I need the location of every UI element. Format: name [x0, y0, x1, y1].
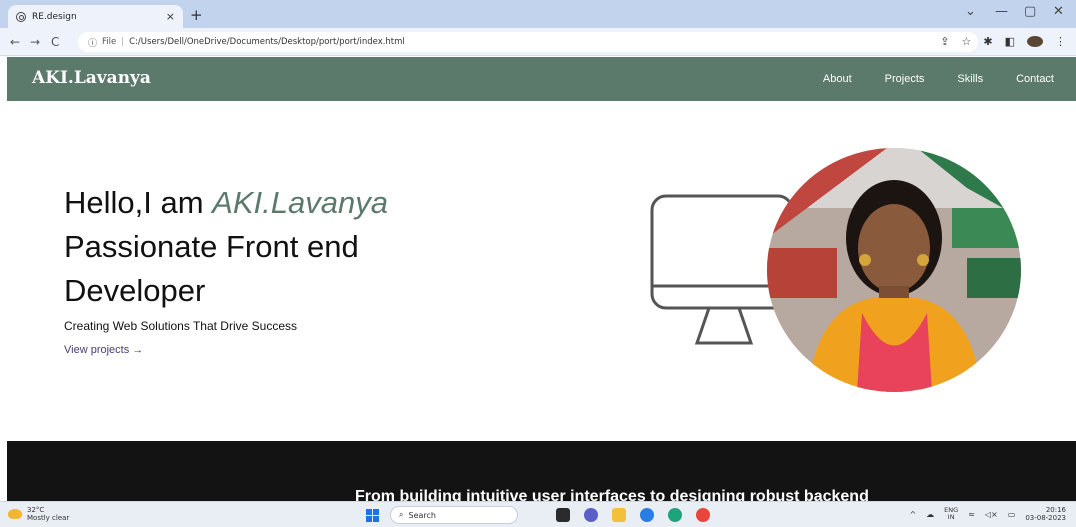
share-icon[interactable]: ⇪: [940, 35, 949, 48]
taskbar-search-input[interactable]: ⌕ Search: [390, 506, 518, 524]
clock-time: 20:16: [1045, 506, 1066, 514]
toolbar-icons: ⇪ ☆ ✱ ◧ ⋮: [940, 35, 1066, 48]
hero-tagline: Creating Web Solutions That Drive Succes…: [64, 319, 297, 333]
clock-date: 03-08-2023: [1025, 514, 1066, 522]
battery-icon[interactable]: ▭: [1008, 510, 1016, 519]
nav-contact[interactable]: Contact: [1016, 73, 1054, 85]
system-tray: ^ ☁ ENG IN ≈ ◁× ▭ 20:16 03-08-2023: [909, 506, 1066, 522]
windows-start-icon[interactable]: [366, 509, 379, 522]
site-nav: About Projects Skills Contact: [823, 73, 1054, 85]
new-tab-button[interactable]: +: [190, 6, 203, 24]
nav-about[interactable]: About: [823, 73, 852, 85]
tab-search-icon[interactable]: ⌄: [965, 4, 976, 19]
restore-button[interactable]: ▢: [1024, 4, 1036, 19]
hero-headline: Passionate Front end Developer: [64, 229, 359, 308]
forward-button[interactable]: →: [30, 35, 40, 49]
weather-desc: Mostly clear: [27, 514, 70, 522]
tab-title: RE.design: [32, 11, 77, 22]
app-icon[interactable]: [668, 508, 682, 522]
search-icon: ⌕: [399, 510, 404, 519]
site-logo[interactable]: AKI.Lavanya: [32, 68, 151, 88]
close-window-button[interactable]: ✕: [1053, 4, 1064, 19]
edge-browser-icon[interactable]: [640, 508, 654, 522]
tray-chevron-icon[interactable]: ^: [909, 510, 916, 519]
url-input[interactable]: ⓘ File | C:/Users/Dell/OneDrive/Document…: [78, 32, 978, 52]
tab-close-button[interactable]: ×: [166, 10, 175, 23]
skills-intro-section: From building intuitive user interfaces …: [7, 441, 1076, 501]
minimize-button[interactable]: —: [995, 4, 1008, 19]
globe-icon: [16, 11, 26, 22]
view-projects-link[interactable]: View projects →: [64, 344, 143, 356]
hero-heading: Hello,I am AKI.Lavanya Passionate Front …: [64, 181, 484, 313]
clock[interactable]: 20:16 03-08-2023: [1025, 506, 1066, 522]
weather-icon: [8, 509, 22, 519]
weather-temp: 32°C: [27, 506, 45, 514]
url-separator: |: [121, 37, 125, 47]
section-text: From building intuitive user interfaces …: [355, 488, 869, 501]
file-explorer-icon[interactable]: [612, 508, 626, 522]
hero-greeting: Hello,I am: [64, 185, 213, 220]
extensions-icon[interactable]: ✱: [983, 35, 992, 48]
weather-text: 32°C Mostly clear: [27, 506, 69, 522]
sidepanel-icon[interactable]: ◧: [1005, 35, 1015, 48]
windows-taskbar: 32°C Mostly clear ⌕ Search ^ ☁ ENG IN ≈ …: [0, 501, 1076, 527]
profile-photo: [767, 148, 1021, 392]
menu-kebab-icon[interactable]: ⋮: [1055, 35, 1066, 48]
profile-avatar-icon[interactable]: [1027, 36, 1043, 47]
back-button[interactable]: ←: [10, 35, 20, 49]
onedrive-icon[interactable]: ☁: [926, 510, 934, 519]
search-placeholder: Search: [408, 510, 436, 520]
teams-chat-icon[interactable]: [584, 508, 598, 522]
reload-button[interactable]: C: [51, 35, 59, 49]
volume-icon[interactable]: ◁×: [985, 510, 998, 519]
url-path: C:/Users/Dell/OneDrive/Documents/Desktop…: [129, 37, 405, 47]
wifi-icon[interactable]: ≈: [968, 510, 975, 519]
browser-tab-bar: RE.design × + ⌄ — ▢ ✕: [0, 0, 1076, 28]
nav-projects[interactable]: Projects: [885, 73, 925, 85]
hero-name: AKI.Lavanya: [212, 185, 388, 220]
task-view-icon[interactable]: [556, 508, 570, 522]
hero-section: Hello,I am AKI.Lavanya Passionate Front …: [7, 101, 1076, 441]
chrome-icon[interactable]: [696, 508, 710, 522]
info-icon[interactable]: ⓘ: [88, 36, 97, 49]
lang-bottom: IN: [947, 513, 955, 521]
address-bar-row: ← → C ⓘ File | C:/Users/Dell/OneDrive/Do…: [0, 28, 1076, 56]
browser-tab[interactable]: RE.design ×: [8, 5, 183, 28]
url-scheme: File: [102, 37, 117, 47]
bookmark-star-icon[interactable]: ☆: [962, 35, 972, 48]
nav-skills[interactable]: Skills: [957, 73, 983, 85]
language-indicator[interactable]: ENG IN: [944, 507, 958, 521]
weather-widget[interactable]: 32°C Mostly clear: [8, 506, 69, 522]
site-header: AKI.Lavanya About Projects Skills Contac…: [7, 57, 1076, 101]
